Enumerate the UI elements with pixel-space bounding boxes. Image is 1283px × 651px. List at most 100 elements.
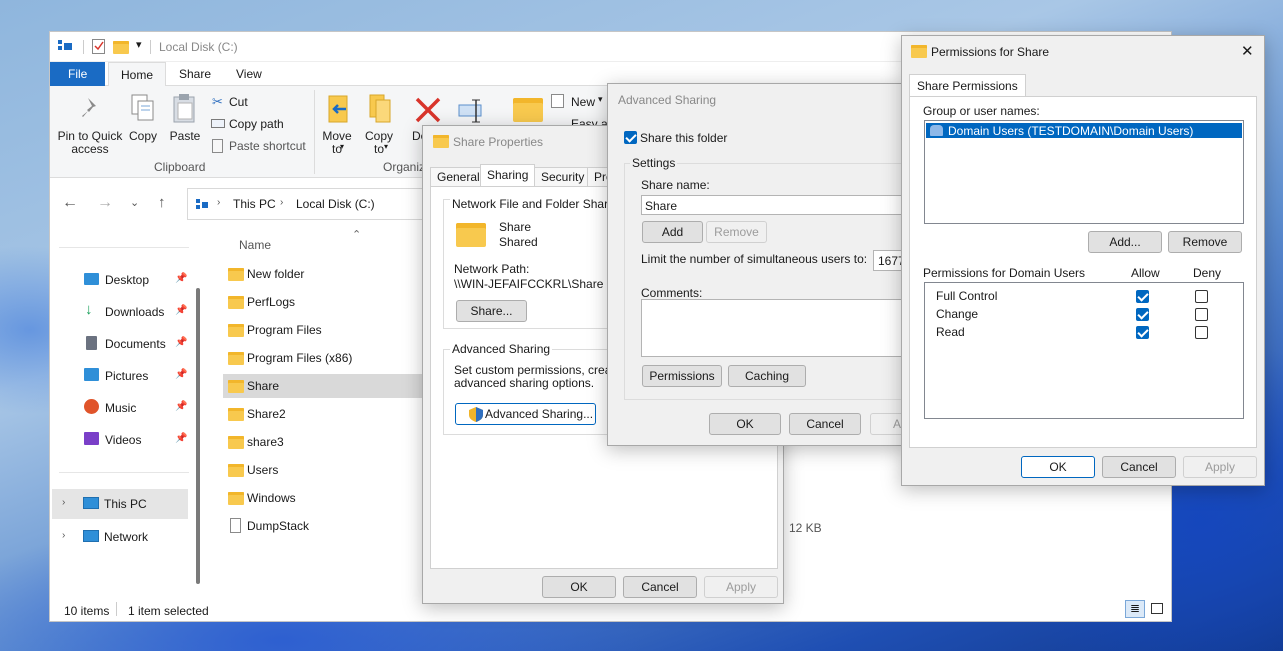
file-row[interactable]: PerfLogs [223,290,423,314]
user-list-item[interactable]: Domain Users (TESTDOMAIN\Domain Users) [926,123,1242,138]
folder-icon [228,464,244,477]
tab-share[interactable]: Share [167,62,223,86]
nav-item-videos[interactable]: Videos 📌 [83,428,193,452]
apply-button[interactable]: Apply [1183,456,1257,478]
file-row[interactable]: Program Files (x86) [223,346,423,370]
add-user-button[interactable]: Add... [1088,231,1162,253]
column-header-name[interactable]: Name [239,238,271,252]
delete-icon [415,97,441,123]
close-icon[interactable]: ✕ [1241,42,1254,60]
nav-item-network[interactable]: › Network [52,523,188,551]
file-row[interactable]: DumpStack [223,514,423,538]
nav-label: Desktop [105,273,150,287]
allow-checkbox[interactable] [1136,308,1149,321]
advanced-sharing-button[interactable]: Advanced Sharing... [455,403,596,425]
breadcrumb-local-disk[interactable]: Local Disk (C:) [296,197,375,211]
apply-button[interactable]: Apply [704,576,778,598]
tab-security[interactable]: Security [534,167,592,186]
deny-checkbox[interactable] [1195,326,1208,339]
qat-dropdown-icon[interactable]: ▾ [136,38,142,51]
allow-checkbox[interactable] [1136,290,1149,303]
file-row[interactable]: Share [223,374,423,398]
new-item-button[interactable]: New ▾ [551,94,611,110]
share-this-folder-checkbox[interactable] [624,131,637,144]
deny-column-header: Deny [1193,266,1222,280]
tab-share-permissions[interactable]: Share Permissions [909,74,1026,97]
deny-checkbox[interactable] [1195,308,1208,321]
nav-item-desktop[interactable]: Desktop 📌 [83,268,193,292]
user-list[interactable]: Domain Users (TESTDOMAIN\Domain Users) [924,120,1244,224]
ok-button[interactable]: OK [542,576,616,598]
large-icons-view-button[interactable] [1151,603,1163,614]
file-list: New folder PerfLogs Program Files Program F… [223,262,423,552]
nav-item-this-pc[interactable]: › This PC [52,489,188,519]
move-to-button[interactable]: Move to ▾ [320,92,354,158]
file-row[interactable]: Share2 [223,402,423,426]
breadcrumb-this-pc[interactable]: This PC [233,197,276,211]
comments-field[interactable] [641,299,907,357]
permission-row: Change [925,305,1243,323]
breadcrumb-separator-icon: › [217,197,221,208]
share-button[interactable]: Share... [456,300,527,322]
copy-button[interactable]: Copy [126,92,160,154]
nav-item-documents[interactable]: Documents 📌 [83,332,193,356]
share-name-field[interactable]: Share [641,195,907,215]
file-name: share3 [247,435,284,449]
permissions-button[interactable]: Permissions [642,365,722,387]
permission-row: Read [925,323,1243,341]
cancel-button[interactable]: Cancel [623,576,697,598]
cut-button[interactable]: ✂ Cut [210,94,330,110]
paste-label: Paste [169,129,201,143]
dialog-title: Advanced Sharing [618,93,717,107]
recent-locations-chevron-icon[interactable]: ⌄ [130,196,139,209]
chevron-down-icon: ▾ [384,142,389,151]
tab-home[interactable]: Home [108,62,167,86]
share-status: Shared [499,235,538,249]
tab-sharing[interactable]: Sharing [480,164,536,186]
nav-item-pictures[interactable]: Pictures 📌 [83,364,193,388]
caching-button[interactable]: Caching [728,365,806,387]
file-row[interactable]: Program Files [223,318,423,342]
file-row[interactable]: Users [223,458,423,482]
folder-icon [228,268,244,281]
nav-item-music[interactable]: Music 📌 [83,396,193,420]
add-share-button[interactable]: Add [642,221,703,243]
network-path-value: \\WIN-JEFAIFCCKRL\Share [454,277,604,291]
paste-button[interactable]: Paste [166,92,204,154]
new-folder-button[interactable] [513,98,543,122]
file-icon [230,518,241,533]
ok-button[interactable]: OK [709,413,781,435]
folder-icon [228,296,244,309]
copy-to-label: Copy to [364,129,393,156]
tab-file[interactable]: File [50,62,106,86]
up-arrow-icon[interactable]: ↑ [158,194,166,211]
properties-icon[interactable] [92,39,105,54]
new-folder-qat-icon[interactable] [113,41,129,54]
file-name: Program Files (x86) [247,351,353,365]
allow-checkbox[interactable] [1136,326,1149,339]
deny-checkbox[interactable] [1195,290,1208,303]
back-arrow-icon[interactable]: ← [62,194,78,212]
nav-item-downloads[interactable]: ↓ Downloads 📌 [83,300,193,324]
cancel-button[interactable]: Cancel [1102,456,1176,478]
pin-icon [82,98,96,117]
file-name: Share [247,379,280,393]
file-row[interactable]: share3 [223,430,423,454]
copy-to-button[interactable]: Copy to ▾ [362,92,396,158]
cancel-button[interactable]: Cancel [789,413,861,435]
tab-general[interactable]: General [430,167,487,186]
remove-share-button[interactable]: Remove [706,221,767,243]
pin-to-quick-access-button[interactable]: Pin to Quick access [56,92,124,156]
file-row[interactable]: New folder [223,262,423,286]
rename-button[interactable] [458,98,488,128]
tab-view[interactable]: View [224,62,274,86]
ok-button[interactable]: OK [1021,456,1095,478]
forward-arrow-icon[interactable]: → [97,194,113,212]
copy-path-button[interactable]: Copy path [210,116,330,132]
nav-scrollbar[interactable] [196,288,200,584]
folder-icon [911,45,927,58]
file-row[interactable]: Windows [223,486,423,510]
remove-user-button[interactable]: Remove [1168,231,1242,253]
window-title: Local Disk (C:) [159,40,238,54]
details-view-button[interactable]: ≣ [1125,600,1145,618]
